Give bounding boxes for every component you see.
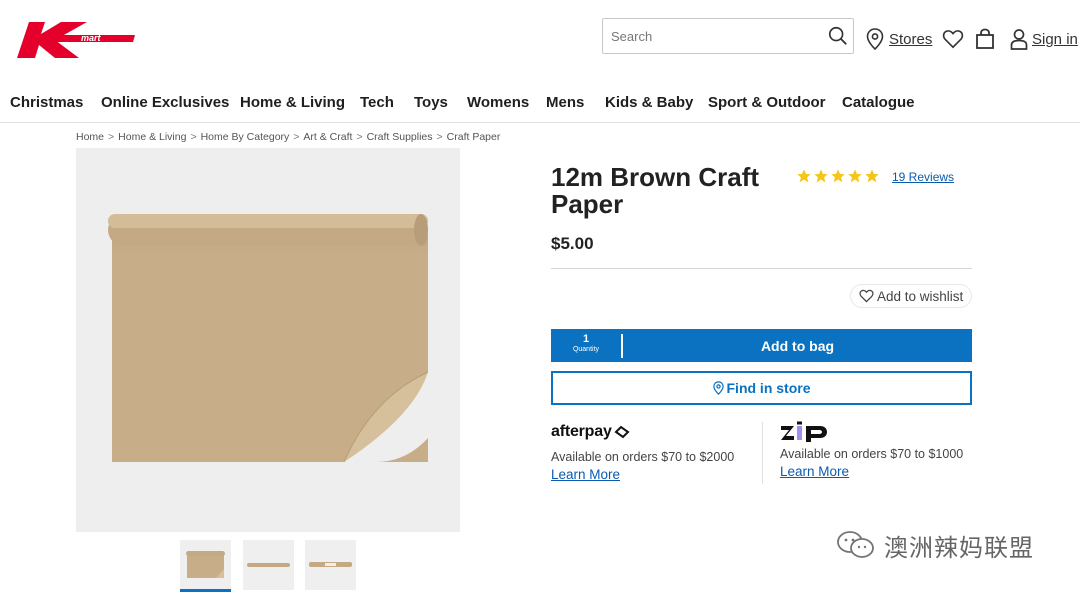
afterpay-availability: Available on orders $70 to $2000	[551, 450, 735, 464]
breadcrumb-separator: >	[436, 131, 443, 143]
star-icon	[831, 169, 845, 183]
breadcrumb-separator: >	[190, 131, 197, 143]
nav-item-toys[interactable]: Toys	[414, 94, 448, 111]
breadcrumb-separator: >	[108, 131, 115, 143]
signin-link[interactable]: Sign in	[1010, 26, 1078, 52]
price-divider	[551, 268, 972, 269]
quantity-value: 1	[582, 333, 590, 345]
star-icon	[814, 169, 828, 183]
breadcrumb: Home > Home & Living > Home By Category > Art …	[76, 131, 500, 143]
star-icon	[865, 169, 879, 183]
zip-learn-more-link[interactable]: Learn More	[780, 464, 849, 479]
site-header: mart Stores Sign in	[0, 0, 1080, 78]
stores-link[interactable]: Stores	[866, 26, 932, 52]
find-in-store-label: Find in store	[726, 380, 811, 396]
search-input[interactable]	[603, 19, 823, 53]
thumbnail-2[interactable]	[243, 540, 294, 590]
kmart-logo-icon: mart	[17, 22, 135, 58]
breadcrumb-item[interactable]: Home	[76, 131, 104, 143]
thumbnail-image	[247, 563, 290, 567]
search-icon[interactable]	[827, 25, 849, 47]
zip-availability: Available on orders $70 to $1000	[780, 447, 964, 461]
zip-section: zip Available on orders $70 to $1000 Lea…	[780, 420, 963, 481]
afterpay-learn-more-link[interactable]: Learn More	[551, 467, 620, 482]
stores-label: Stores	[889, 30, 933, 48]
nav-item-catalogue[interactable]: Catalogue	[842, 94, 915, 111]
zip-logo: zip	[780, 420, 963, 444]
thumbnail-image	[309, 562, 352, 567]
breadcrumb-item[interactable]: Craft Supplies	[367, 131, 433, 143]
afterpay-logo: afterpay	[551, 420, 734, 444]
thumbnail-strip	[180, 540, 360, 592]
afterpay-wordmark: afterpay	[551, 423, 612, 440]
product-title: 12m Brown Craft Paper	[551, 162, 760, 219]
watermark: 澳洲辣妈联盟	[836, 528, 1034, 562]
payment-divider	[762, 422, 763, 484]
afterpay-arrows-icon	[614, 425, 630, 439]
thumbnail-3[interactable]	[305, 540, 356, 590]
nav-item-kids-baby[interactable]: Kids & Baby	[605, 94, 693, 111]
add-to-wishlist-label: Add to wishlist	[877, 288, 964, 304]
breadcrumb-separator: >	[356, 131, 363, 143]
reviews-link[interactable]: 19 Reviews	[892, 170, 954, 184]
bag-link[interactable]	[975, 26, 995, 52]
watermark-text: 澳洲辣妈联盟	[884, 533, 1034, 562]
search-box	[602, 18, 854, 54]
add-to-bag-button[interactable]: Add to bag	[623, 338, 972, 354]
wishlist-link[interactable]	[942, 26, 964, 52]
nav-item-home-living[interactable]: Home & Living	[240, 94, 345, 111]
star-icon	[848, 169, 862, 183]
breadcrumb-item[interactable]: Art & Craft	[303, 131, 352, 143]
nav-item-tech[interactable]: Tech	[360, 94, 394, 111]
signin-label: Sign in	[1032, 30, 1078, 48]
nav-divider	[0, 122, 1080, 123]
nav-item-mens[interactable]: Mens	[546, 94, 584, 111]
main-nav: Christmas Online Exclusives Home & Livin…	[0, 88, 1080, 118]
afterpay-section: afterpay Available on orders $70 to $200…	[551, 420, 734, 484]
breadcrumb-current: Craft Paper	[446, 131, 501, 143]
location-pin-icon	[866, 28, 884, 50]
star-icon	[797, 169, 811, 183]
user-icon	[1010, 29, 1028, 50]
star-rating	[796, 168, 880, 186]
nav-item-online-exclusives[interactable]: Online Exclusives	[101, 94, 229, 111]
product-price: $5.00	[551, 234, 594, 253]
breadcrumb-item[interactable]: Home & Living	[118, 131, 186, 143]
breadcrumb-item[interactable]: Home By Category	[201, 131, 290, 143]
find-in-store-button[interactable]: Find in store	[551, 371, 972, 405]
shopping-bag-icon	[976, 28, 994, 49]
nav-item-sport-outdoor[interactable]: Sport & Outdoor	[708, 94, 825, 111]
craft-paper-roll-image	[108, 214, 429, 463]
nav-item-christmas[interactable]: Christmas	[10, 94, 83, 111]
add-to-wishlist-button[interactable]: Add to wishlist	[850, 284, 973, 308]
heart-icon	[942, 30, 964, 49]
kmart-logo[interactable]: mart	[15, 18, 137, 60]
thumbnail-image	[186, 551, 225, 578]
location-pin-icon	[712, 381, 724, 395]
add-to-bag-bar: 1 Quantity Add to bag	[551, 329, 972, 362]
quantity-label: Quantity	[572, 346, 600, 353]
nav-item-womens[interactable]: Womens	[467, 94, 529, 111]
wechat-icon	[837, 531, 874, 558]
thumbnail-1[interactable]	[180, 540, 231, 592]
svg-text:mart: mart	[81, 33, 102, 43]
breadcrumb-separator: >	[293, 131, 300, 143]
heart-icon	[859, 289, 874, 303]
quantity-selector[interactable]: 1 Quantity	[551, 329, 621, 362]
zip-logo-icon	[781, 421, 827, 442]
product-main-image[interactable]	[76, 148, 460, 532]
